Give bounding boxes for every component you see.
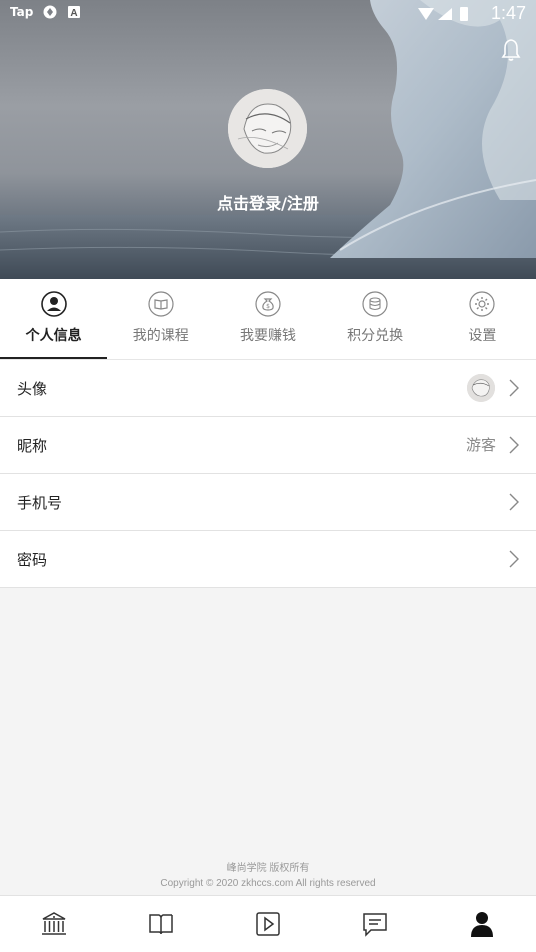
avatar-thumbnail [467,374,495,402]
app-notification-icon [43,5,57,19]
svg-text:A: A [71,8,78,19]
row-nickname[interactable]: 昵称 游客 [0,417,536,474]
chevron-right-icon [509,436,519,454]
user-circle-icon [40,291,67,317]
signal-battery-icons [418,7,468,21]
person-icon [471,912,494,937]
tab-label: 我要赚钱 [239,328,296,344]
avatar[interactable] [228,89,307,168]
chevron-right-icon [509,550,519,568]
tab-label: 个人信息 [25,328,82,344]
svg-text:$: $ [266,303,270,310]
tab-label: 设置 [468,328,497,344]
row-password[interactable]: 密码 [0,531,536,588]
row-label: 密码 [17,550,48,569]
nav-profile[interactable] [429,896,536,952]
nav-home[interactable] [0,896,107,952]
status-bar: Tap A 1:47 [0,0,536,28]
open-book-icon [149,914,173,935]
tab-points-exchange[interactable]: 积分兑换 [322,279,429,359]
tab-label: 积分兑换 [347,328,404,344]
nav-courses[interactable] [107,896,214,952]
clock: 1:47 [490,3,526,23]
tab-settings[interactable]: 设置 [429,279,536,359]
chevron-right-icon [509,493,519,511]
tab-my-courses[interactable]: 我的课程 [107,279,214,359]
app-a-icon: A [68,6,81,19]
profile-info-list: 头像 昵称 游客 手机号 密码 [0,360,536,588]
bottom-navigation [0,895,536,952]
message-icon [363,913,387,937]
book-icon [148,291,174,317]
carrier-label: Tap [10,5,34,19]
profile-tabs: 个人信息 我的课程 $ 我要赚钱 积分兑换 设置 [0,279,536,360]
play-icon [256,912,280,936]
nickname-value: 游客 [465,436,496,454]
copyright-line-1: 峰尚学院 版权所有 [226,863,310,874]
row-phone[interactable]: 手机号 [0,474,536,531]
tab-personal-info[interactable]: 个人信息 [0,279,108,359]
default-avatar-image [228,89,307,168]
bell-icon[interactable] [500,38,522,62]
tab-earn-money[interactable]: $ 我要赚钱 [214,279,321,359]
nav-messages[interactable] [322,896,429,952]
profile-header: Tap A 1:47 点击登录/注册 [0,0,536,279]
tab-label: 我的课程 [132,328,189,344]
home-building-icon [41,912,66,935]
nav-video[interactable] [214,896,321,952]
row-label: 昵称 [17,436,48,455]
coin-stack-icon [362,291,388,317]
copyright-line-2: Copyright © 2020 zkhccs.com All rights r… [160,878,376,889]
row-label: 手机号 [17,493,63,512]
money-bag-icon: $ [255,291,281,317]
gear-icon [469,291,495,317]
chevron-right-icon [509,379,519,397]
copyright-footer: 峰尚学院 版权所有 Copyright © 2020 zkhccs.com Al… [0,861,536,891]
row-avatar[interactable]: 头像 [0,360,536,417]
row-label: 头像 [17,379,48,398]
avatar-thumbnail-image [467,374,495,402]
login-register-link[interactable]: 点击登录/注册 [0,190,536,214]
